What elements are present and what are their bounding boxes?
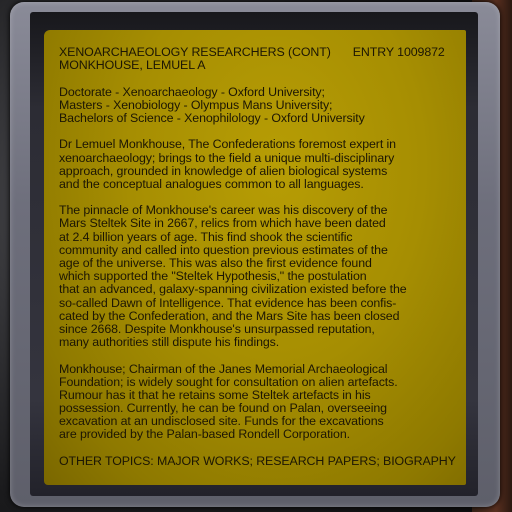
text-line: cated by the Confederation, and the Mars… [59, 308, 400, 323]
paragraph-current: Monkhouse; Chairman of the Janes Memoria… [59, 361, 456, 442]
education-item: Doctorate - Xenoarchaeology - Oxford Uni… [59, 84, 325, 99]
topic-biography[interactable]: BIOGRAPHY [383, 454, 456, 468]
paragraph-career: The pinnacle of Monkhouse's career was h… [59, 204, 456, 349]
text-line: xenoarchaeology; brings to the field a u… [59, 150, 395, 165]
text-line: so-called Dawn of Intelligence. That evi… [59, 295, 397, 310]
entry-text: XENOARCHAEOLOGY RESEARCHERS (CONT) ENTRY … [59, 45, 456, 468]
paragraph-intro: Dr Lemuel Monkhouse, The Confederations … [59, 138, 456, 191]
education-list: Doctorate - Xenoarchaeology - Oxford Uni… [59, 84, 456, 126]
text-line: Foundation; is widely sought for consult… [59, 374, 398, 389]
other-topics-label: OTHER TOPICS: [59, 453, 157, 468]
text-line: are provided by the Palan-based Rondell … [59, 427, 350, 442]
text-line: and the conceptual analogues common to a… [59, 176, 364, 191]
text-line: Monkhouse; Chairman of the Janes Memoria… [59, 361, 388, 376]
other-topics: OTHER TOPICS: MAJOR WORKS; RESEARCH PAPE… [59, 453, 456, 468]
text-line: that an advanced, galaxy-spanning civili… [59, 282, 407, 297]
entry-number: ENTRY 1009872 [352, 45, 445, 59]
text-line: many authorities still dispute his findi… [59, 335, 280, 350]
topic-major-works[interactable]: MAJOR WORKS [157, 454, 250, 468]
education-item: Masters - Xenobiology - Olympus Mans Uni… [59, 97, 333, 112]
text-line: at 2.4 billion years of age. This find s… [59, 229, 353, 244]
text-line: approach, grounded in knowledge of alien… [59, 163, 388, 178]
text-line: Mars Steltek Site in 2667, relics from w… [59, 216, 386, 231]
researcher-name: MONKHOUSE, LEMUEL A [59, 58, 206, 73]
topic-research-papers[interactable]: RESEARCH PAPERS [256, 454, 376, 468]
education-item: Bachelors of Science - Xenophilology - O… [59, 110, 365, 125]
text-line: Dr Lemuel Monkhouse, The Confederations … [59, 137, 396, 152]
